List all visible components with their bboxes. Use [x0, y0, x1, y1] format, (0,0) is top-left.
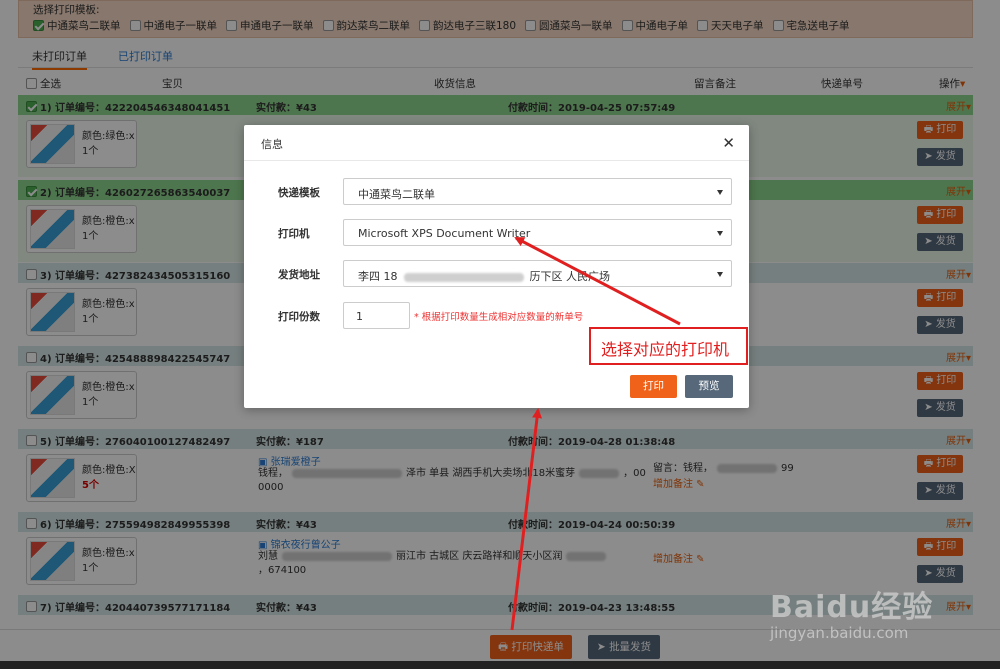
baidu-logo: Baidu经验 — [770, 590, 934, 625]
annotation-arrows — [510, 236, 681, 631]
annotation-callout: 选择对应的打印机 — [589, 327, 748, 365]
baidu-watermark: Baidu经验 jingyan.baidu.com — [770, 582, 980, 652]
watermark-url: jingyan.baidu.com — [770, 624, 909, 642]
arrow-to-printer — [514, 236, 681, 326]
arrow-from-print-button — [510, 408, 543, 631]
callout-text: 选择对应的打印机 — [601, 340, 730, 359]
